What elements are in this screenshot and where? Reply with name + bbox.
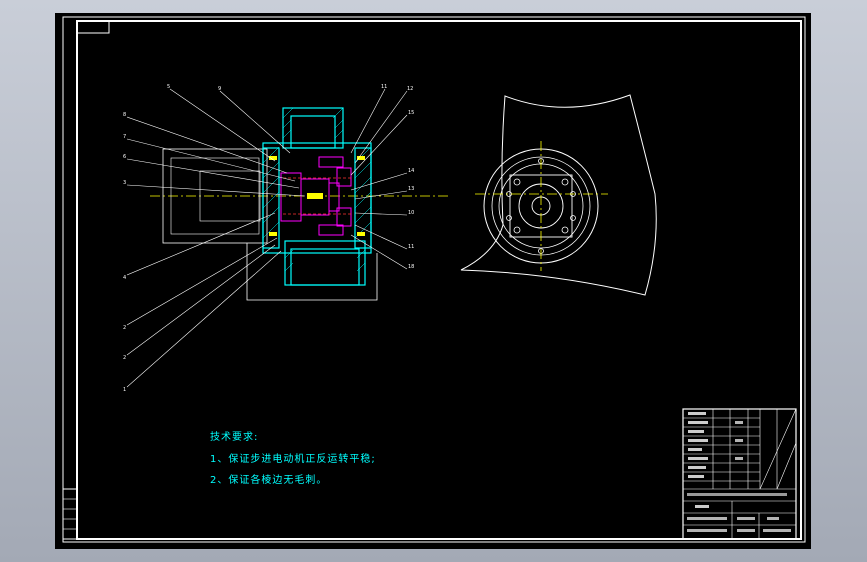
callout-label: 8 <box>123 112 126 118</box>
callout-label: 13 <box>408 186 414 192</box>
callout-label: 4 <box>123 275 126 281</box>
callout-label: 7 <box>123 134 126 140</box>
title-block <box>682 408 797 540</box>
motor-phantom <box>162 148 268 244</box>
callout-label: 5 <box>167 84 170 90</box>
left-margin-box <box>62 488 78 540</box>
arm-outline <box>460 94 657 296</box>
callout-label: 9 <box>218 86 221 92</box>
inner-border <box>76 20 802 540</box>
technical-requirement-1: 1、保证步进电动机正反运转平稳; <box>210 454 376 465</box>
section-view: 5 9 8 7 6 3 4 2 2 1 11 12 15 14 13 10 11… <box>123 84 450 393</box>
callout-label: 2 <box>123 325 126 331</box>
callout-label: 15 <box>408 110 414 116</box>
callout-label: 18 <box>408 264 414 270</box>
callout-label: 2 <box>123 355 126 361</box>
cad-drawing: 5 9 8 7 6 3 4 2 2 1 11 12 15 14 13 10 11… <box>62 16 806 543</box>
end-view <box>460 94 657 296</box>
left-margin-rows <box>63 498 77 530</box>
callout-label: 11 <box>408 244 414 250</box>
technical-requirement-2: 2、保证各棱边无毛刺。 <box>210 475 328 486</box>
callout-label: 1 <box>123 387 126 393</box>
drawing-sheet: 5 9 8 7 6 3 4 2 2 1 11 12 15 14 13 10 11… <box>55 13 811 549</box>
technical-requirements-heading: 技术要求: <box>210 432 259 443</box>
corner-tag <box>76 20 110 34</box>
callout-label: 14 <box>408 168 414 174</box>
callout-label: 10 <box>408 210 414 216</box>
callout-label: 11 <box>381 84 387 90</box>
callout-label: 6 <box>123 154 126 160</box>
callout-label: 12 <box>407 86 413 92</box>
callout-label: 3 <box>123 180 126 186</box>
